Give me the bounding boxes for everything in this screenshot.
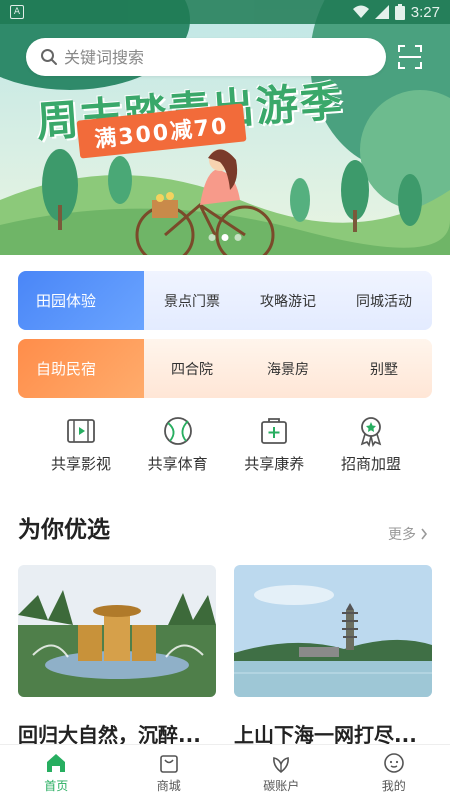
category-item-travel-guides[interactable]: 攻略游记 [240, 271, 336, 330]
nav-profile[interactable]: 我的 [338, 745, 450, 800]
more-label: 更多 [388, 527, 416, 543]
carousel-dot[interactable] [234, 234, 242, 241]
ball-icon [163, 417, 192, 445]
category-main-farm-experience[interactable]: 田园体验 [18, 271, 144, 330]
recommend-card[interactable]: 回归大自然，沉醉... [18, 565, 216, 748]
nav-label: 首页 [44, 778, 69, 793]
status-bar: A 3:27 [0, 0, 450, 24]
carousel-dot[interactable] [208, 234, 216, 241]
service-franchise[interactable]: 招商加盟 [326, 415, 416, 474]
carousel-dot-active[interactable] [221, 234, 229, 241]
service-label: 招商加盟 [340, 455, 401, 473]
category-item-local-events[interactable]: 同城活动 [336, 271, 432, 330]
category-item-sea-view[interactable]: 海景房 [240, 339, 336, 398]
bottom-nav: 首页 商城 碳账户 我的 [0, 744, 450, 800]
status-time: 3:27 [410, 3, 440, 21]
service-film[interactable]: 共享影视 [36, 415, 126, 474]
card-image-lake-pagoda [234, 565, 432, 697]
search-input[interactable] [64, 47, 354, 67]
nav-label: 碳账户 [263, 778, 300, 793]
category-row-farm: 田园体验 景点门票 攻略游记 同城活动 [18, 271, 432, 330]
nav-home[interactable]: 首页 [0, 745, 113, 800]
more-link[interactable]: 更多 [388, 524, 428, 544]
shared-services: 共享影视 共享体育 共享康养 招商加盟 [36, 415, 416, 474]
nav-mall[interactable]: 商城 [113, 745, 226, 800]
leaf-icon [273, 756, 290, 773]
scan-icon[interactable] [397, 44, 423, 70]
notification-a-icon: A [10, 5, 24, 19]
signal-icon [374, 5, 389, 19]
recommend-card[interactable]: 上山下海一网打尽... [234, 565, 432, 748]
award-ribbon-icon [360, 417, 382, 447]
battery-icon [394, 4, 405, 20]
nav-carbon-account[interactable]: 碳账户 [225, 745, 338, 800]
search-icon [41, 49, 57, 65]
card-image-elephant-fountain [18, 565, 216, 697]
search-bar[interactable] [26, 38, 386, 76]
category-main-homestay[interactable]: 自助民宿 [18, 339, 144, 398]
category-grid: 田园体验 景点门票 攻略游记 同城活动 自助民宿 四合院 海景房 别墅 [18, 271, 432, 407]
category-item-villa[interactable]: 别墅 [336, 339, 432, 398]
shopping-bag-icon [159, 754, 178, 773]
category-item-tickets[interactable]: 景点门票 [144, 271, 240, 330]
section-title: 为你优选 [18, 517, 110, 543]
chevron-right-icon [421, 528, 428, 540]
service-label: 共享影视 [50, 455, 111, 473]
service-wellness[interactable]: 共享康养 [229, 415, 319, 474]
profile-face-icon [383, 752, 404, 773]
home-icon [47, 753, 66, 772]
category-item-courtyard[interactable]: 四合院 [144, 339, 240, 398]
carousel-dots [208, 234, 242, 241]
service-label: 共享康养 [244, 455, 305, 473]
film-icon [67, 419, 95, 443]
service-label: 共享体育 [147, 455, 208, 473]
nav-label: 商城 [156, 778, 181, 793]
service-sports[interactable]: 共享体育 [133, 415, 223, 474]
category-row-homestay: 自助民宿 四合院 海景房 别墅 [18, 339, 432, 398]
medical-kit-icon [261, 418, 288, 444]
wifi-icon [352, 5, 369, 18]
nav-label: 我的 [381, 778, 406, 793]
